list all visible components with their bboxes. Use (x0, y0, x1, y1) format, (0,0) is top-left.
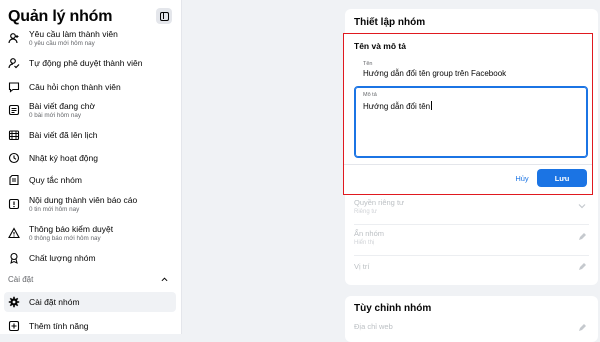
collapse-sidebar-button[interactable] (156, 8, 172, 24)
alert-icon (8, 227, 20, 239)
sidebar-item-label: Cài đặt nhóm (29, 296, 80, 307)
sidebar-item-group-quality[interactable]: Chất lượng nhóm (4, 250, 176, 266)
sidebar-item-moderation-alerts[interactable]: Thông báo kiểm duyệt 0 thông báo mới hôm … (4, 222, 176, 244)
cancel-button[interactable]: Hủy (508, 171, 536, 186)
sidebar-item-group-settings[interactable]: Cài đặt nhóm (4, 292, 176, 312)
auto-approve-icon (8, 57, 20, 69)
customize-group-card: Tùy chỉnh nhóm Địa chỉ web (345, 296, 598, 342)
sidebar-item-label: Thêm tính năng (29, 320, 89, 331)
sidebar-item-label: Yêu cầu làm thành viên (29, 28, 118, 39)
sidebar-item-member-requests[interactable]: Yêu cầu làm thành viên 0 yêu cầu mới hôm … (4, 27, 176, 49)
clock-icon (8, 152, 20, 164)
sidebar-item-label: Nội dung thành viên báo cáo (29, 194, 138, 205)
add-feature-icon (8, 320, 20, 332)
hide-group-row[interactable]: Ẩn nhóm Hiển thị (354, 229, 589, 255)
group-name-field[interactable]: Tên Hướng dẫn đổi tên group trên Faceboo… (354, 58, 588, 81)
sidebar-title: Quản lý nhóm (8, 8, 113, 25)
sidebar-item-group-rules[interactable]: Quy tắc nhóm (4, 172, 176, 188)
sidebar-item-label: Thông báo kiểm duyệt (29, 223, 114, 234)
rules-icon (8, 174, 20, 186)
sidebar-item-subtext: 0 thông báo mới hôm nay (29, 234, 101, 242)
sidebar-item-reported-content[interactable]: Nội dung thành viên báo cáo 0 tin mới hôm… (4, 193, 176, 215)
divider (344, 164, 592, 165)
save-button[interactable]: Lưu (537, 169, 587, 187)
gear-icon (8, 296, 20, 308)
chevron-down-icon (578, 204, 586, 209)
quality-icon (8, 252, 20, 264)
pencil-icon (579, 324, 586, 331)
description-label: Mô tả (363, 92, 377, 98)
location-label: Vị trí (354, 262, 370, 271)
customize-group-title: Tùy chỉnh nhóm (354, 303, 432, 314)
member-request-icon (8, 32, 20, 44)
calendar-icon (8, 129, 20, 141)
sidebar-item-label: Quy tắc nhóm (29, 174, 82, 185)
sidebar-item-pending-posts[interactable]: Bài viết đang chờ 0 bài mới hôm nay (4, 99, 176, 121)
sidebar-item-subtext: 0 bài mới hôm nay (29, 111, 82, 119)
chevron-up-icon[interactable] (161, 276, 168, 283)
sidebar-header: Quản lý nhóm (0, 0, 181, 28)
sidebar-item-label: Chất lượng nhóm (29, 252, 96, 263)
pencil-icon (579, 233, 586, 240)
report-icon (8, 198, 20, 210)
sidebar-item-activity-log[interactable]: Nhật ký hoạt động (4, 150, 176, 166)
sidebar-item-auto-approve[interactable]: Tự động phê duyệt thành viên (4, 55, 176, 71)
description-field[interactable]: Mô tả Hướng dẫn đổi tên (354, 86, 588, 158)
web-address-row[interactable]: Địa chỉ web (354, 322, 589, 334)
sidebar-item-subtext: 0 tin mới hôm nay (29, 205, 80, 213)
settings-section-label: Cài đặt (8, 275, 34, 284)
privacy-row[interactable]: Quyền riêng tư Riêng tư (354, 198, 589, 224)
pencil-icon (579, 263, 586, 270)
sidebar-toggle-icon (159, 11, 169, 21)
hide-group-label: Ẩn nhóm (354, 229, 385, 238)
group-management-sidebar: Quản lý nhóm Yêu cầu làm thành viên 0 yêu… (0, 0, 182, 334)
sidebar-item-label: Tự động phê duyệt thành viên (29, 57, 143, 68)
name-description-editor: Tên và mô tả Tên Hướng dẫn đổi tên group… (343, 33, 593, 195)
web-address-label: Địa chỉ web (354, 322, 393, 331)
sidebar-item-label: Nhật ký hoạt động (29, 152, 98, 163)
divider (354, 255, 589, 256)
pending-post-icon (8, 104, 20, 116)
hide-group-value: Hiển thị (354, 240, 375, 246)
sidebar-item-label: Bài viết đang chờ (29, 100, 96, 111)
question-icon (8, 81, 20, 93)
group-name-value[interactable]: Hướng dẫn đổi tên group trên Facebook (363, 69, 506, 78)
sidebar-item-add-features[interactable]: Thêm tính năng (4, 318, 176, 334)
divider (354, 224, 589, 225)
sidebar-item-scheduled-posts[interactable]: Bài viết đã lên lịch (4, 127, 176, 143)
privacy-value: Riêng tư (354, 209, 378, 215)
sidebar-item-label: Bài viết đã lên lịch (29, 129, 98, 140)
sidebar-item-subtext: 0 yêu cầu mới hôm nay (29, 39, 95, 47)
group-setup-title: Thiết lập nhóm (354, 17, 426, 28)
sidebar-item-label: Câu hỏi chọn thành viên (29, 81, 121, 92)
description-value[interactable]: Hướng dẫn đổi tên (363, 101, 432, 111)
sidebar-item-member-questions[interactable]: Câu hỏi chọn thành viên (4, 79, 176, 95)
privacy-label: Quyền riêng tư (354, 198, 405, 207)
group-name-label: Tên (363, 61, 373, 67)
name-description-heading: Tên và mô tả (354, 41, 406, 51)
location-row[interactable]: Vị trí (354, 262, 589, 280)
